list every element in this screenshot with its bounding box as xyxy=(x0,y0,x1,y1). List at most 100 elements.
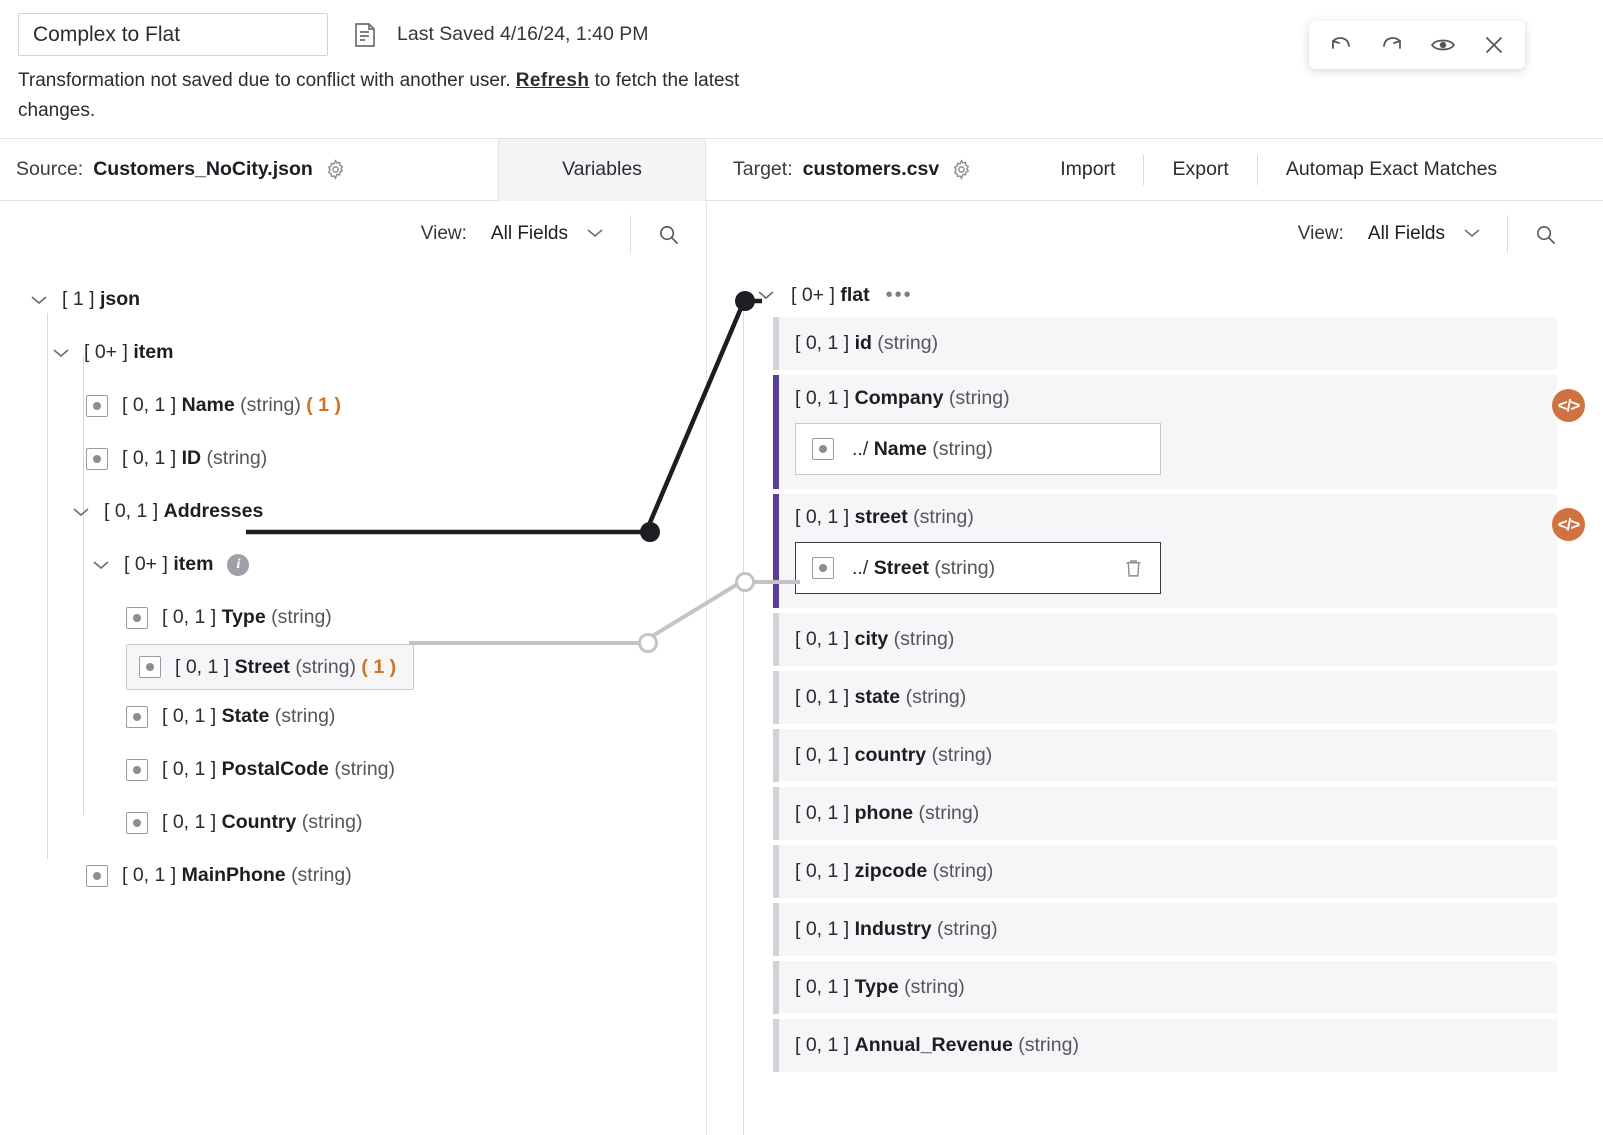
chevron-down-icon[interactable] xyxy=(70,501,92,523)
source-addresses-item[interactable]: [ 0+ ] item i xyxy=(0,538,706,591)
target-row-country-name: country xyxy=(855,744,927,766)
source-view-controls: View: All Fields xyxy=(0,201,707,267)
target-row-street[interactable]: [ 0, 1 ] street (string) ../ Street (str… xyxy=(773,494,1557,608)
source-field-country[interactable]: [ 0, 1 ] Country (string) xyxy=(0,796,706,849)
chevron-down-icon[interactable] xyxy=(755,284,777,306)
target-row-city[interactable]: [ 0, 1 ] city (string) xyxy=(773,613,1557,666)
field-dot-icon xyxy=(86,395,108,417)
source-field-postalcode-card: [ 0, 1 ] xyxy=(162,758,216,780)
source-field-postalcode-type: (string) xyxy=(334,758,395,780)
target-row-street-type: (string) xyxy=(913,506,974,528)
target-row-company[interactable]: [ 0, 1 ] Company (string) ../ Name (stri… xyxy=(773,375,1557,489)
conflict-message: Transformation not saved due to conflict… xyxy=(0,56,760,126)
source-field-name-label: Name xyxy=(182,394,235,416)
code-icon-company[interactable]: </> xyxy=(1552,389,1585,422)
chevron-down-icon[interactable] xyxy=(28,289,50,311)
target-row-company-name: Company xyxy=(855,387,944,409)
source-field-type-card: [ 0, 1 ] xyxy=(162,606,216,628)
source-node-addresses[interactable]: [ 0, 1 ] Addresses xyxy=(0,485,706,538)
source-addresses-item-card: [ 0+ ] xyxy=(124,553,168,575)
delete-mapping-icon[interactable] xyxy=(1123,557,1144,579)
field-dot-icon xyxy=(139,656,161,678)
automap-exact-matches-button[interactable]: Automap Exact Matches xyxy=(1258,158,1525,181)
target-label: Target: xyxy=(733,158,793,181)
source-field-mainphone-label: MainPhone xyxy=(182,864,286,886)
source-gear-icon[interactable] xyxy=(325,159,346,180)
source-node-json-card: [ 1 ] xyxy=(62,288,95,310)
source-node-json[interactable]: [ 1 ] json xyxy=(0,273,706,326)
refresh-link[interactable]: Refresh xyxy=(516,70,590,91)
target-mapping-chip-company[interactable]: ../ Name (string) xyxy=(795,423,1161,475)
target-pane: [ 0+ ] flat ••• [ 0, 1 ] id (string) [ 0… xyxy=(707,267,1603,1135)
target-row-state[interactable]: [ 0, 1 ] state (string) xyxy=(773,671,1557,724)
source-file-group: Source: Customers_NoCity.json xyxy=(0,158,498,181)
target-mapping-chip-street[interactable]: ../ Street (string) xyxy=(795,542,1161,594)
field-dot-icon xyxy=(126,812,148,834)
info-icon[interactable]: i xyxy=(227,554,249,576)
target-row-phone[interactable]: [ 0, 1 ] phone (string) xyxy=(773,787,1557,840)
target-row-industry[interactable]: [ 0, 1 ] Industry (string) xyxy=(773,903,1557,956)
target-row-id[interactable]: [ 0, 1 ] id (string) xyxy=(773,317,1557,370)
target-row-city-name: city xyxy=(855,628,889,650)
target-gear-icon[interactable] xyxy=(951,159,972,180)
target-row-id-type: (string) xyxy=(877,332,938,354)
source-field-mainphone-card: [ 0, 1 ] xyxy=(122,864,176,886)
app-header: Last Saved 4/16/24, 1:40 PM Transformati… xyxy=(0,0,1603,139)
source-field-name-count: ( 1 ) xyxy=(306,394,341,416)
target-chip-company-name: Name xyxy=(874,438,927,460)
redo-button[interactable] xyxy=(1372,26,1412,64)
target-node-flat[interactable]: [ 0+ ] flat ••• xyxy=(707,273,1603,317)
target-chip-street-type: (string) xyxy=(934,557,995,579)
source-field-street[interactable]: [ 0, 1 ] Street (string) ( 1 ) xyxy=(126,644,414,690)
source-field-state[interactable]: [ 0, 1 ] State (string) xyxy=(0,690,706,743)
close-button[interactable] xyxy=(1474,26,1514,64)
divider xyxy=(630,215,631,253)
target-search-icon[interactable] xyxy=(1534,223,1557,246)
target-row-industry-name: Industry xyxy=(855,918,932,940)
chevron-down-icon[interactable] xyxy=(50,342,72,364)
field-dot-icon xyxy=(86,448,108,470)
source-field-street-card: [ 0, 1 ] xyxy=(175,656,229,678)
source-field-id-label: ID xyxy=(182,447,202,469)
target-row-country-card: [ 0, 1 ] xyxy=(795,744,849,766)
source-field-mainphone[interactable]: [ 0, 1 ] MainPhone (string) xyxy=(0,849,706,902)
target-rows: [ 0, 1 ] id (string) [ 0, 1 ] Company (s… xyxy=(707,317,1603,1072)
ellipsis-icon[interactable]: ••• xyxy=(886,284,913,307)
target-view-select[interactable]: All Fields xyxy=(1368,223,1481,245)
target-row-phone-type: (string) xyxy=(919,802,980,824)
preview-eye-button[interactable] xyxy=(1423,26,1463,64)
code-icon-street[interactable]: </> xyxy=(1552,508,1585,541)
source-field-type[interactable]: [ 0, 1 ] Type (string) xyxy=(0,591,706,644)
import-button[interactable]: Import xyxy=(1032,158,1143,181)
target-row-annual-revenue[interactable]: [ 0, 1 ] Annual_Revenue (string) xyxy=(773,1019,1557,1072)
undo-button[interactable] xyxy=(1321,26,1361,64)
source-field-postalcode[interactable]: [ 0, 1 ] PostalCode (string) xyxy=(0,743,706,796)
target-row-type-type: (string) xyxy=(904,976,965,998)
tab-variables[interactable]: Variables xyxy=(498,139,706,201)
source-field-name-card: [ 0, 1 ] xyxy=(122,394,176,416)
transformation-name-input[interactable] xyxy=(18,13,328,56)
target-row-industry-type: (string) xyxy=(937,918,998,940)
field-dot-icon xyxy=(126,759,148,781)
source-node-item-name: item xyxy=(133,341,173,363)
chevron-down-icon[interactable] xyxy=(90,554,112,576)
target-row-annual-revenue-type: (string) xyxy=(1018,1034,1079,1056)
target-row-country[interactable]: [ 0, 1 ] country (string) xyxy=(773,729,1557,782)
target-row-zipcode-card: [ 0, 1 ] xyxy=(795,860,849,882)
target-actions: Import Export Automap Exact Matches xyxy=(1032,155,1525,185)
target-row-type[interactable]: [ 0, 1 ] Type (string) xyxy=(773,961,1557,1014)
source-node-item[interactable]: [ 0+ ] item xyxy=(0,326,706,379)
target-chip-street-name: Street xyxy=(874,557,929,579)
export-button[interactable]: Export xyxy=(1144,158,1256,181)
source-field-id[interactable]: [ 0, 1 ] ID (string) xyxy=(0,432,706,485)
chevron-down-icon xyxy=(586,223,604,245)
target-view-label: View: xyxy=(1298,223,1344,245)
target-row-street-card: [ 0, 1 ] xyxy=(795,506,849,528)
source-view-select[interactable]: All Fields xyxy=(491,223,604,245)
target-row-zipcode[interactable]: [ 0, 1 ] zipcode (string) xyxy=(773,845,1557,898)
source-field-name[interactable]: [ 0, 1 ] Name (string) ( 1 ) xyxy=(0,379,706,432)
source-field-street-type: (string) xyxy=(295,656,356,678)
source-search-icon[interactable] xyxy=(657,223,680,246)
source-field-street-label: Street xyxy=(235,656,290,678)
mapping-panes: [ 1 ] json [ 0+ ] item [ 0, 1 ] xyxy=(0,267,1603,1135)
